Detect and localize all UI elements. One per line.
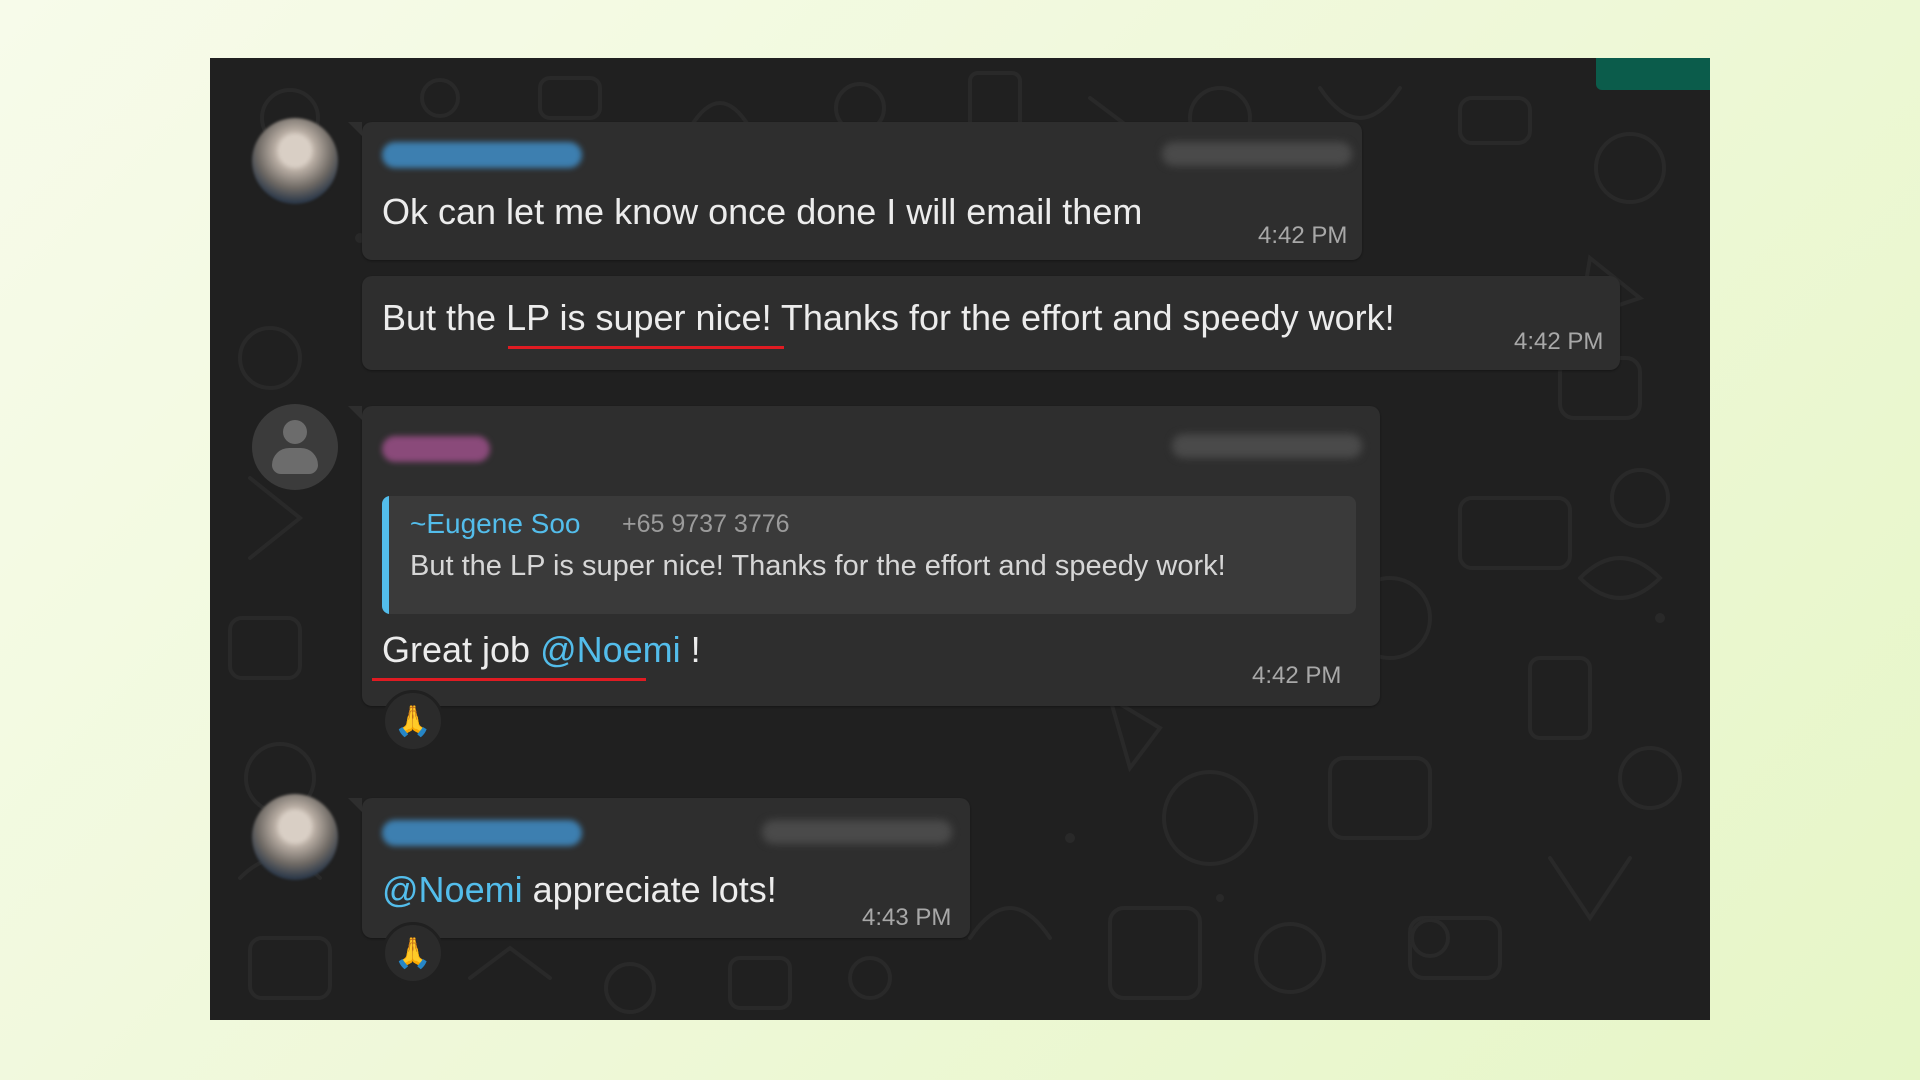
red-underline-annotation (508, 346, 784, 349)
bubble-tail (348, 122, 362, 136)
quoted-text: But the LP is super nice! Thanks for the… (410, 550, 1226, 582)
top-green-indicator (1596, 58, 1710, 90)
sender-avatar[interactable] (252, 118, 338, 204)
message-text-prefix: Great job (382, 629, 541, 670)
redacted-sender-phone (1172, 434, 1362, 458)
person-icon-body (272, 448, 318, 474)
message-text: Ok can let me know once done I will emai… (382, 191, 1143, 232)
redacted-sender-phone (1162, 142, 1352, 166)
redacted-sender-name (382, 436, 490, 462)
message-text: Great job @Noemi ! (382, 630, 701, 670)
message-bubble[interactable]: Ok can let me know once done I will emai… (348, 122, 1362, 260)
quoted-message[interactable]: ~Eugene Soo +65 9737 3776 But the LP is … (382, 496, 1356, 614)
message-bubble[interactable]: @Noemi appreciate lots! 4:43 PM (348, 798, 970, 938)
default-person-avatar[interactable] (252, 404, 338, 490)
mention-link[interactable]: @Noemi (382, 869, 523, 910)
folded-hands-emoji: 🙏 (394, 936, 432, 970)
message-time: 4:42 PM (1252, 662, 1342, 689)
redacted-sender-name (382, 142, 582, 168)
red-underline-annotation (372, 678, 646, 681)
message-time: 4:43 PM (862, 904, 952, 931)
message-time: 4:42 PM (1258, 222, 1348, 249)
reaction-badge[interactable]: 🙏 (382, 922, 444, 984)
bubble-tail (348, 798, 362, 812)
bubble-tail (348, 406, 362, 420)
chat-panel: Ok can let me know once done I will emai… (210, 58, 1710, 1020)
message-bubble[interactable]: But the LP is super nice! Thanks for the… (362, 276, 1620, 370)
message-text-suffix: appreciate lots! (522, 869, 777, 910)
message-bubble[interactable]: ~Eugene Soo +65 9737 3776 But the LP is … (348, 406, 1380, 706)
redacted-sender-phone (762, 820, 952, 844)
quoted-sender-name: ~Eugene Soo (410, 508, 581, 539)
message-text: @Noemi appreciate lots! (382, 870, 777, 910)
sender-avatar[interactable] (252, 794, 338, 880)
person-icon-head (283, 420, 307, 444)
message-time: 4:42 PM (1514, 328, 1604, 355)
redacted-sender-name (382, 820, 582, 846)
quote-accent-bar (382, 496, 389, 614)
folded-hands-emoji: 🙏 (394, 704, 432, 738)
mention-link[interactable]: @Noemi (540, 629, 681, 670)
message-text-suffix: ! (680, 629, 701, 670)
quoted-sender-phone: +65 9737 3776 (622, 510, 790, 538)
reaction-badge[interactable]: 🙏 (382, 690, 444, 752)
message-text: But the LP is super nice! Thanks for the… (382, 297, 1395, 338)
